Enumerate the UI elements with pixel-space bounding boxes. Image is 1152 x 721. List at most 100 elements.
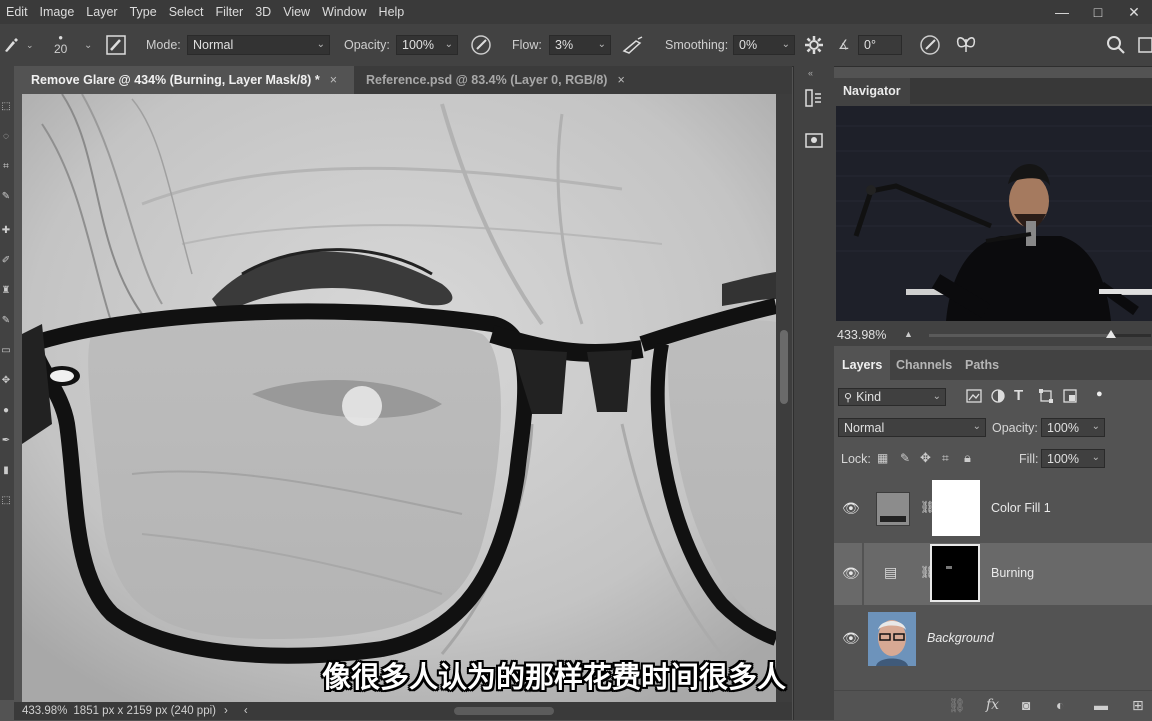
collapse-arrows-icon[interactable]: « bbox=[808, 68, 813, 78]
image-filter-icon bbox=[966, 389, 982, 403]
new-adjustment-layer-icon[interactable]: ◐ bbox=[1056, 697, 1064, 713]
menu-type[interactable]: Type bbox=[124, 5, 163, 19]
tab-remove-glare[interactable]: Remove Glare @ 434% (Burning, Layer Mask… bbox=[14, 66, 354, 94]
close-icon[interactable]: × bbox=[330, 73, 337, 87]
brush-size-dropdown[interactable]: ⌄ bbox=[84, 24, 92, 66]
horizontal-scroll-thumb[interactable] bbox=[454, 707, 554, 715]
brush-tool-icon[interactable]: ✐ bbox=[0, 254, 12, 268]
flow-dropdown[interactable]: 3% ⌄ bbox=[549, 35, 611, 55]
menu-image[interactable]: Image bbox=[34, 5, 81, 19]
add-mask-icon[interactable]: ◙ bbox=[1022, 697, 1030, 713]
pressure-size-toggle[interactable] bbox=[918, 24, 942, 66]
lock-artboard-icon[interactable]: ⌗ bbox=[942, 451, 949, 466]
document-canvas[interactable] bbox=[22, 94, 776, 702]
layer-name[interactable]: Color Fill 1 bbox=[991, 501, 1051, 515]
smoothing-settings-button[interactable] bbox=[804, 24, 824, 66]
visibility-eye-icon[interactable]: 👁︎ bbox=[842, 565, 860, 582]
angle-field[interactable]: 0° bbox=[858, 35, 902, 55]
menu-edit[interactable]: Edit bbox=[0, 5, 34, 19]
stamp-tool-icon[interactable]: ♜ bbox=[0, 284, 12, 298]
history-panel-button[interactable] bbox=[804, 88, 824, 111]
lock-transparent-pixels-icon[interactable]: ▦ bbox=[877, 451, 888, 465]
fill-field[interactable]: 100% ⌄ bbox=[1041, 449, 1105, 468]
layer-row-color-fill-1[interactable]: 👁︎ ⛓︎ Color Fill 1 bbox=[834, 478, 1152, 540]
marquee-tool-icon[interactable]: ⬚ bbox=[0, 100, 12, 114]
navigator-preview[interactable] bbox=[836, 106, 1152, 321]
history-brush-tool-icon[interactable]: ✎ bbox=[0, 314, 12, 328]
vertical-scrollbar[interactable] bbox=[776, 94, 792, 702]
crop-tool-icon[interactable]: ⌗ bbox=[0, 160, 12, 174]
zoom-tool-icon[interactable]: ⬚ bbox=[0, 494, 12, 508]
menu-filter[interactable]: Filter bbox=[209, 5, 249, 19]
mode-dropdown[interactable]: Normal ⌄ bbox=[187, 35, 330, 55]
layer-row-burning[interactable]: 👁︎ ▤ ⛓︎ Burning bbox=[834, 543, 1152, 605]
smart-object-filter[interactable] bbox=[1062, 388, 1078, 407]
new-group-icon[interactable]: ▬ bbox=[1094, 697, 1108, 713]
menu-help[interactable]: Help bbox=[373, 5, 411, 19]
layer-name[interactable]: Background bbox=[927, 631, 994, 645]
layer-filter-kind-dropdown[interactable]: ⚲ Kind ⌄ bbox=[838, 388, 946, 406]
layer-mask-thumbnail[interactable] bbox=[932, 480, 980, 536]
tab-layers[interactable]: Layers bbox=[834, 350, 891, 380]
filter-toggle-icon[interactable]: ● bbox=[1096, 388, 1103, 400]
close-window-button[interactable]: ✕ bbox=[1116, 4, 1152, 21]
properties-panel-button[interactable] bbox=[804, 130, 824, 153]
tab-channels[interactable]: Channels bbox=[896, 350, 952, 380]
new-layer-icon[interactable]: ⊞ bbox=[1132, 697, 1144, 714]
link-layers-icon[interactable]: ⛓︎ bbox=[948, 697, 966, 714]
opacity-dropdown[interactable]: 100% ⌄ bbox=[396, 35, 458, 55]
vertical-scroll-thumb[interactable] bbox=[780, 330, 788, 404]
lock-position-icon[interactable]: ✥ bbox=[920, 450, 931, 466]
tab-reference[interactable]: Reference.psd @ 83.4% (Layer 0, RGB/8) × bbox=[366, 66, 625, 94]
type-filter-icon[interactable]: T bbox=[1014, 387, 1023, 404]
eraser-tool-icon[interactable]: ▭ bbox=[0, 344, 12, 358]
symmetry-button[interactable] bbox=[954, 24, 978, 66]
menu-3d[interactable]: 3D bbox=[249, 5, 277, 19]
adjustment-layer-filter[interactable] bbox=[990, 388, 1006, 407]
workspace-button[interactable] bbox=[1138, 24, 1152, 66]
brush-size-picker[interactable]: ● 20 bbox=[54, 24, 67, 66]
brush-settings-panel-toggle[interactable] bbox=[105, 24, 127, 66]
layer-name[interactable]: Burning bbox=[991, 566, 1034, 580]
dodge-tool-icon[interactable]: ● bbox=[0, 404, 12, 418]
menu-window[interactable]: Window bbox=[316, 5, 372, 19]
smoothing-dropdown[interactable]: 0% ⌄ bbox=[733, 35, 795, 55]
lasso-tool-icon[interactable]: ◌ bbox=[0, 130, 12, 144]
brush-size-value: 20 bbox=[54, 42, 68, 56]
pixel-layer-filter[interactable] bbox=[966, 388, 982, 407]
healing-tool-icon[interactable]: ✚ bbox=[0, 224, 12, 238]
fx-icon[interactable]: fx bbox=[986, 697, 999, 713]
pen-tool-icon[interactable]: ✒ bbox=[0, 434, 12, 448]
shape-layer-filter[interactable] bbox=[1038, 388, 1054, 407]
layer-mask-thumbnail[interactable] bbox=[930, 544, 980, 602]
tab-navigator[interactable]: Navigator bbox=[834, 78, 910, 104]
move-tool-icon[interactable]: ✥ bbox=[0, 374, 12, 388]
minimize-button[interactable]: — bbox=[1044, 4, 1080, 20]
layer-opacity-field[interactable]: 100% ⌄ bbox=[1041, 418, 1105, 437]
status-more-arrow[interactable]: › bbox=[224, 705, 228, 717]
lock-all-icon[interactable]: 🔒︎ bbox=[964, 450, 971, 466]
status-zoom[interactable]: 433.98% bbox=[22, 705, 67, 717]
tab-paths[interactable]: Paths bbox=[965, 350, 999, 380]
pressure-opacity-toggle[interactable] bbox=[469, 24, 493, 66]
zoom-out-icon[interactable]: ▲ bbox=[904, 329, 913, 339]
navigator-zoom-slider-thumb[interactable] bbox=[1106, 330, 1117, 338]
search-button[interactable] bbox=[1106, 24, 1126, 66]
scroll-left-arrow[interactable]: ‹ bbox=[244, 705, 248, 717]
lock-image-pixels-icon[interactable]: ✎ bbox=[900, 451, 910, 465]
maximize-button[interactable]: □ bbox=[1080, 4, 1116, 20]
visibility-eye-icon[interactable]: 👁︎ bbox=[842, 500, 860, 517]
blend-mode-dropdown[interactable]: Normal ⌄ bbox=[838, 418, 986, 437]
navigator-zoom-slider[interactable] bbox=[929, 330, 1151, 338]
layer-row-background[interactable]: 👁︎ Background bbox=[834, 608, 1152, 670]
brush-tool-preset[interactable]: ⌄ bbox=[2, 24, 34, 66]
airbrush-toggle[interactable] bbox=[620, 24, 646, 66]
menu-select[interactable]: Select bbox=[163, 5, 210, 19]
hand-tool-icon[interactable]: ▮ bbox=[0, 464, 12, 478]
close-icon[interactable]: × bbox=[617, 73, 624, 87]
eyedropper-tool-icon[interactable]: ✎ bbox=[0, 190, 12, 204]
visibility-eye-icon[interactable]: 👁︎ bbox=[842, 630, 860, 647]
menu-layer[interactable]: Layer bbox=[80, 5, 123, 19]
navigator-zoom-value[interactable]: 433.98% bbox=[837, 328, 886, 342]
menu-view[interactable]: View bbox=[277, 5, 316, 19]
